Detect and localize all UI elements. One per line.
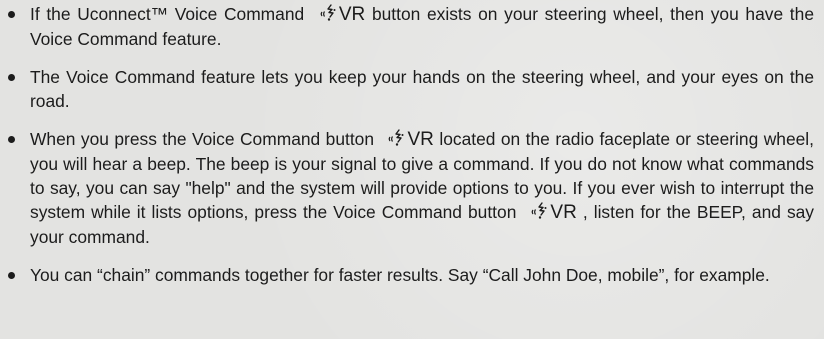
voice-command-bullet-list: If the Uconnect™ Voice Command VR button… [0, 2, 816, 287]
bullet-dot-icon [8, 272, 15, 279]
vr-label: VR [338, 4, 366, 25]
vr-label: VR [550, 202, 577, 223]
bullet-item: When you press the Voice Command button … [0, 127, 816, 249]
voice-command-icon [389, 129, 404, 146]
bullet-text: If the Uconnect™ Voice Command [30, 4, 311, 24]
voice-command-icon [320, 4, 336, 21]
voice-command-icon [532, 202, 547, 219]
bullet-dot-icon [8, 74, 15, 81]
bullet-dot-icon [8, 11, 15, 18]
bullet-item: You can “chain” commands together for fa… [0, 263, 816, 287]
manual-page: If the Uconnect™ Voice Command VR button… [0, 0, 824, 339]
bullet-text: When you press the Voice Command button [30, 129, 380, 149]
bullet-text: You can “chain” commands together for fa… [30, 265, 770, 285]
bullet-item: The Voice Command feature lets you keep … [0, 65, 816, 113]
bullet-dot-icon [8, 136, 15, 143]
vr-label: VR [407, 129, 434, 150]
bullet-text: The Voice Command feature lets you keep … [30, 67, 814, 111]
bullet-item: If the Uconnect™ Voice Command VR button… [0, 2, 816, 51]
